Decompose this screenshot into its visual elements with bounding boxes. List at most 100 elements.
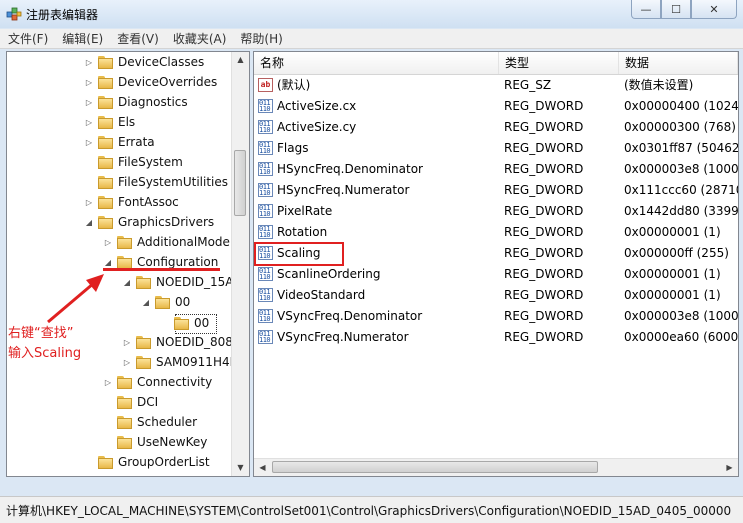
tree-item-graphicsdrivers[interactable]: ◢ GraphicsDrivers [83,212,214,232]
folder-icon [117,435,133,449]
list-row-flags[interactable]: 011 110 Flags REG_DWORD 0x0301ff87 (504625 [254,138,738,159]
tree-item-noedid-15a[interactable]: ◢ NOEDID_15A [121,272,234,292]
tree-item-label: Els [118,115,136,129]
column-header-data[interactable]: 数据 [619,52,738,74]
tree-item-errata[interactable]: ▷ Errata [83,132,155,152]
tree-scroll-thumb[interactable] [234,150,246,216]
expand-arrow-icon[interactable]: ▷ [121,358,133,367]
scroll-left-arrow-icon[interactable]: ◀ [254,459,271,476]
menu-view[interactable]: 查看(V) [117,30,159,47]
list-row-vsyncfreq-denominator[interactable]: 011 110 VSyncFreq.Denominator REG_DWORD 0x00… [254,306,738,327]
menu-file[interactable]: 文件(F) [8,30,48,47]
list-scroll-thumb[interactable] [272,461,598,473]
folder-icon [136,275,152,289]
value-data: 0x00000001 (1) [624,267,721,281]
annotation-highlight-box [254,242,344,266]
menu-edit[interactable]: 编辑(E) [62,30,103,47]
scroll-right-arrow-icon[interactable]: ▶ [721,459,738,476]
tree-item-additionalmode[interactable]: ▷ AdditionalMode [102,232,230,252]
menu-bar: 文件(F) 编辑(E) 查看(V) 收藏夹(A) 帮助(H) [0,29,743,49]
value-data: 0x00000300 (768) [624,120,736,134]
tree-item-label: 00 [175,295,191,309]
list-horizontal-scrollbar[interactable]: ◀ ▶ [254,458,738,476]
tree-item-label: Connectivity [137,375,213,389]
folder-icon [117,235,133,249]
registry-tree[interactable]: ▷ DeviceClasses ▷ DeviceOverrides ▷ Diagnos… [6,51,250,477]
tree-item-label: FileSystemUtilities [118,175,228,189]
list-row-hsyncfreq-denominator[interactable]: 011 110 HSyncFreq.Denominator REG_DWORD 0x00… [254,159,738,180]
tree-item-usenewkey[interactable]: UseNewKey [102,432,207,452]
tree-item-sam0911h4i[interactable]: ▷ SAM0911H4I [121,352,233,372]
expand-arrow-icon[interactable]: ▷ [83,118,95,127]
tree-item-deviceclasses[interactable]: ▷ DeviceClasses [83,52,204,72]
expand-arrow-icon[interactable]: ▷ [83,198,95,207]
folder-icon [98,95,114,109]
value-data: 0x000003e8 (1000) [624,309,738,323]
tree-item-fontassoc[interactable]: ▷ FontAssoc [83,192,179,212]
tree-vertical-scrollbar[interactable]: ▲ ▼ [231,52,249,476]
folder-icon [117,255,133,269]
value-data: 0x000000ff (255) [624,246,729,260]
tree-item-els[interactable]: ▷ Els [83,112,135,132]
value-data: 0x1442dd80 (33992 [624,204,738,218]
tree-item-label: FileSystem [118,155,183,169]
expand-arrow-icon[interactable]: ▷ [83,78,95,87]
expand-arrow-icon[interactable]: ▷ [121,338,133,347]
list-row-vsyncfreq-numerator[interactable]: 011 110 VSyncFreq.Numerator REG_DWORD 0x0000… [254,327,738,348]
folder-icon [174,316,190,330]
tree-item-filesystemutilities[interactable]: FileSystemUtilities [83,172,228,192]
dword-value-icon: 011 110 [258,183,273,197]
tree-item-noedid-808[interactable]: ▷ NOEDID_808 [121,332,233,352]
maximize-button[interactable]: ☐ [661,0,691,19]
list-row-videostandard[interactable]: 011 110 VideoStandard REG_DWORD 0x00000001 (… [254,285,738,306]
tree-item-label: AdditionalMode [137,235,230,249]
menu-favorites[interactable]: 收藏夹(A) [173,30,227,47]
tree-item-connectivity[interactable]: ▷ Connectivity [102,372,212,392]
list-row-hsyncfreq-numerator[interactable]: 011 110 HSyncFreq.Numerator REG_DWORD 0x111c… [254,180,738,201]
value-data: 0x0301ff87 (504625 [624,141,738,155]
tree-item-scheduler[interactable]: Scheduler [102,412,197,432]
value-name: ScanlineOrdering [277,267,381,281]
tree-item-dci[interactable]: DCI [102,392,158,412]
list-row-activesize-cy[interactable]: 011 110 ActiveSize.cy REG_DWORD 0x00000300 (… [254,117,738,138]
tree-item-00-parent[interactable]: ◢ 00 [140,292,190,312]
minimize-button[interactable]: — [631,0,661,19]
expand-arrow-icon[interactable]: ▷ [102,378,114,387]
expand-arrow-icon[interactable]: ▷ [83,58,95,67]
expand-arrow-icon[interactable]: ▷ [83,138,95,147]
value-name: ActiveSize.cx [277,99,357,113]
list-row-default[interactable]: ab (默认) REG_SZ (数值未设置) [254,75,738,96]
scroll-down-arrow-icon[interactable]: ▼ [232,460,249,476]
value-name: VSyncFreq.Denominator [277,309,423,323]
annotation-line-1: 右键“查找” [8,326,74,341]
value-type: REG_DWORD [504,225,584,239]
list-row-rotation[interactable]: 011 110 Rotation REG_DWORD 0x00000001 (1) [254,222,738,243]
window-controls: — ☐ ✕ [631,0,737,20]
tree-item-grouporderlist[interactable]: GroupOrderList [83,452,210,472]
scroll-up-arrow-icon[interactable]: ▲ [232,52,249,68]
collapse-arrow-icon[interactable]: ◢ [83,218,95,227]
close-button[interactable]: ✕ [691,0,737,19]
folder-icon [98,155,114,169]
value-type: REG_DWORD [504,330,584,344]
tree-item-label: Diagnostics [118,95,188,109]
collapse-arrow-icon[interactable]: ◢ [102,258,114,267]
column-header-name[interactable]: 名称 [254,52,499,74]
menu-help[interactable]: 帮助(H) [240,30,282,47]
registry-editor-window: 注册表编辑器 — ☐ ✕ 文件(F) 编辑(E) 查看(V) 收藏夹(A) 帮助… [0,0,743,523]
column-header-type[interactable]: 类型 [499,52,619,74]
tree-item-label: Scheduler [137,415,198,429]
list-row-pixelrate[interactable]: 011 110 PixelRate REG_DWORD 0x1442dd80 (3399… [254,201,738,222]
collapse-arrow-icon[interactable]: ◢ [140,298,152,307]
list-row-scanlineordering[interactable]: 011 110 ScanlineOrdering REG_DWORD 0x0000000… [254,264,738,285]
tree-item-filesystem[interactable]: FileSystem [83,152,183,172]
status-bar: 计算机\HKEY_LOCAL_MACHINE\SYSTEM\ControlSet… [0,496,743,523]
tree-item-deviceoverrides[interactable]: ▷ DeviceOverrides [83,72,217,92]
collapse-arrow-icon[interactable]: ◢ [121,278,133,287]
list-row-activesize-cx[interactable]: 011 110 ActiveSize.cx REG_DWORD 0x00000400 (… [254,96,738,117]
expand-arrow-icon[interactable]: ▷ [83,98,95,107]
value-type: REG_DWORD [504,288,584,302]
tree-item-00-selected[interactable]: 00 [159,313,209,333]
expand-arrow-icon[interactable]: ▷ [102,238,114,247]
tree-item-diagnostics[interactable]: ▷ Diagnostics [83,92,188,112]
